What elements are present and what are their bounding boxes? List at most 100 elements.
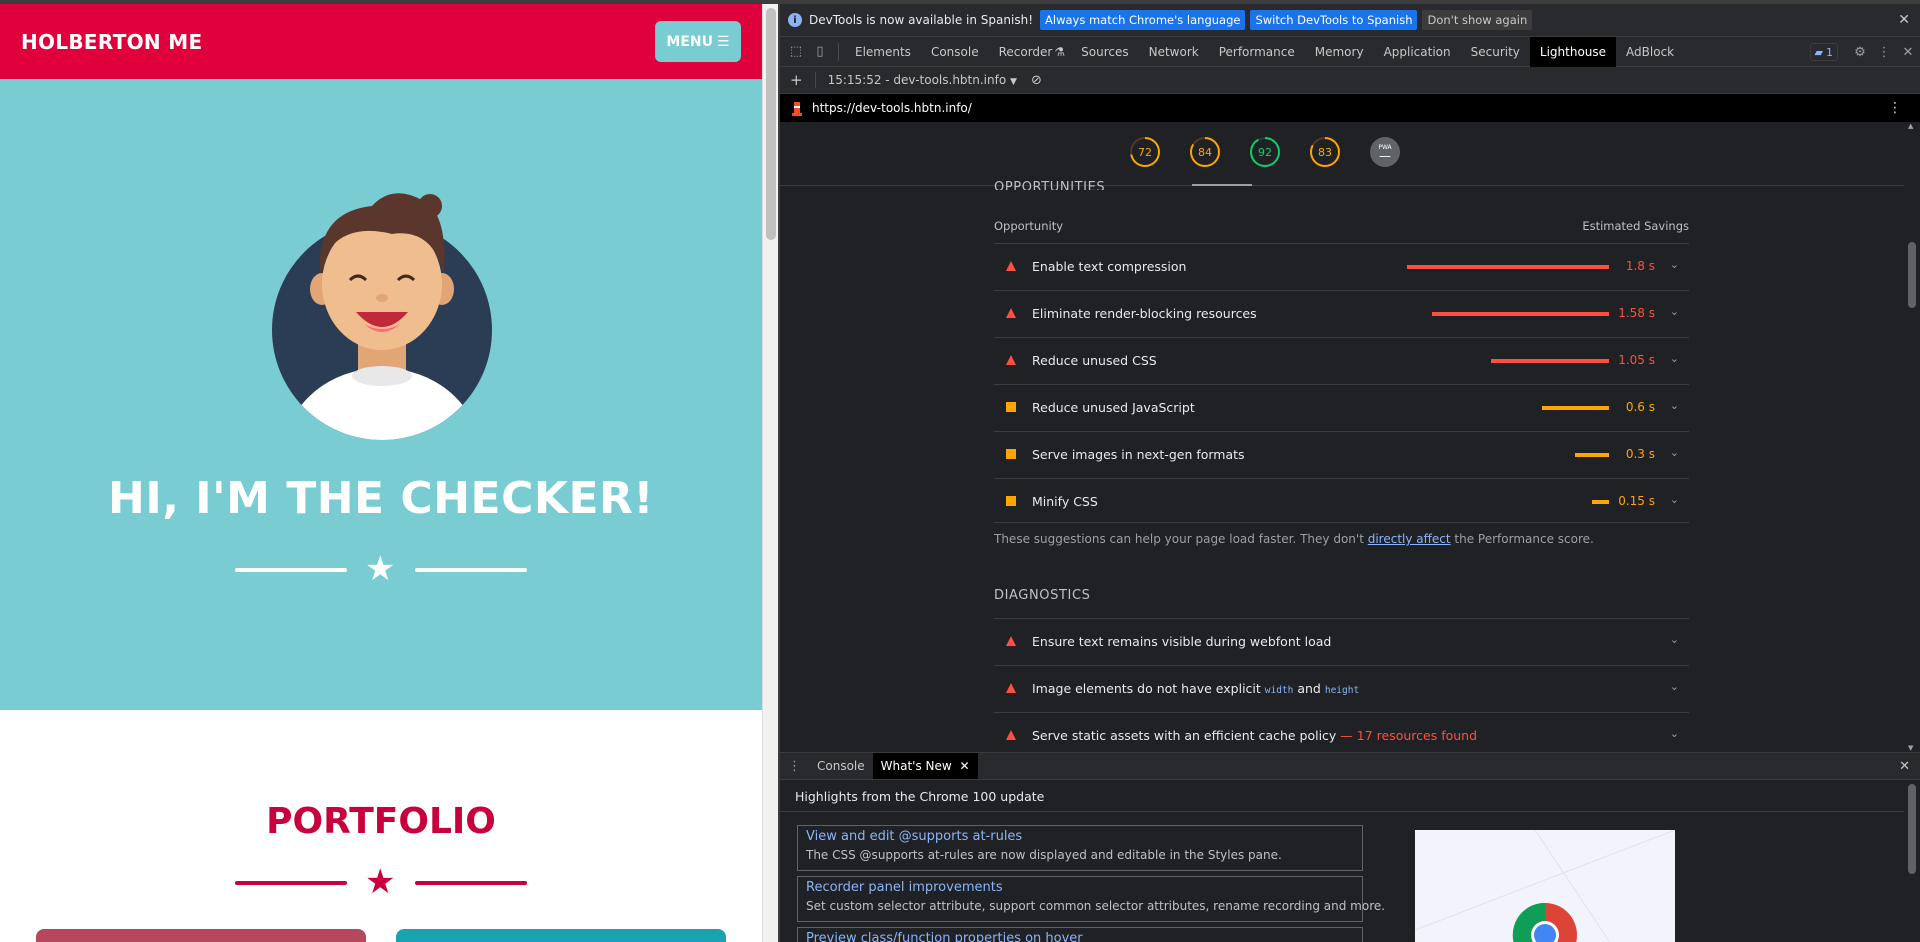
scrollbar-thumb[interactable] [766,8,776,240]
opportunity-row[interactable]: Eliminate render-blocking resources 1.58 … [994,290,1689,337]
score-gauge[interactable]: 84 [1190,137,1220,167]
opportunity-column-header: Opportunity [994,219,1064,233]
page-scrollbar[interactable] [762,4,778,942]
fail-triangle-icon [1006,636,1017,647]
tab-application[interactable]: Application [1374,37,1461,67]
chevron-down-icon[interactable]: ⌄ [1670,493,1679,506]
score-gauge[interactable]: 83 [1310,137,1340,167]
diagnostic-row[interactable]: Ensure text remains visible during webfo… [994,618,1689,665]
whats-new-card[interactable]: Recorder panel improvements Set custom s… [797,876,1385,922]
diagnostic-row[interactable]: Serve static assets with an efficient ca… [994,712,1689,752]
savings-bar [1542,406,1609,410]
hero-section: HI, I'M THE CHECKER! ★ [0,79,762,710]
dont-show-again-button[interactable]: Don't show again [1422,10,1533,30]
tab-sources[interactable]: Sources [1071,37,1138,67]
inspect-element-icon[interactable]: ⬚ [784,37,808,67]
portfolio-card[interactable] [396,929,726,942]
tab-security[interactable]: Security [1461,37,1530,67]
card-description: The CSS @supports at-rules are now displ… [806,848,1282,862]
chevron-down-icon[interactable]: ⌄ [1670,727,1679,740]
opportunity-row[interactable]: Enable text compression 1.8 s ⌄ [994,243,1689,290]
drawer-tab-whats-new[interactable]: What's New ✕ [872,753,978,779]
hamburger-icon: ☰ [717,33,730,50]
opportunity-row[interactable]: Reduce unused CSS 1.05 s ⌄ [994,337,1689,384]
report-selector[interactable]: 15:15:52 - dev-tools.hbtn.info ▼ [828,73,1017,87]
tab-elements[interactable]: Elements [845,37,921,67]
drawer-tab-console[interactable]: Console [809,753,873,779]
chevron-down-icon[interactable]: ⌄ [1670,352,1679,365]
whats-new-banner [1415,830,1675,942]
note-text-end: the Performance score. [1450,532,1594,546]
close-devtools-icon[interactable]: ✕ [1896,37,1920,67]
scroll-up-arrow-icon[interactable]: ▲ [1908,122,1913,130]
site-brand[interactable]: HOLBERTON ME [21,30,202,54]
score-gauges: 72 84 92 83 PWA — [780,122,1904,186]
fail-triangle-icon [1006,308,1017,319]
opportunity-row[interactable]: Serve images in next-gen formats 0.3 s ⌄ [994,431,1689,478]
chevron-down-icon[interactable]: ⌄ [1670,680,1679,693]
close-tab-icon[interactable]: ✕ [960,759,970,773]
portfolio-card[interactable] [36,929,366,942]
score-value: 84 [1192,139,1218,165]
star-icon: ★ [365,549,396,589]
site-navbar: HOLBERTON ME MENU ☰ [0,4,762,79]
switch-language-button[interactable]: Switch DevTools to Spanish [1250,10,1418,30]
whats-new-card[interactable]: Preview class/function properties on hov… [797,927,1363,942]
tab-adblock[interactable]: AdBlock [1616,37,1684,67]
toolbar-separator [814,72,816,88]
report-selector-value: 15:15:52 - dev-tools.hbtn.info [827,73,1007,87]
match-language-button[interactable]: Always match Chrome's language [1040,10,1246,30]
tab-recorder[interactable]: Recorder [989,37,1063,67]
scrollbar-thumb[interactable] [1908,242,1916,308]
score-value: 83 [1312,139,1338,165]
average-square-icon [1006,496,1017,507]
card-title: View and edit @supports at-rules [806,829,1023,844]
score-gauge[interactable]: 72 [1130,137,1160,167]
diagnostic-row[interactable]: Image elements do not have explicit widt… [994,665,1689,712]
diagnostic-label: Image elements do not have explicit widt… [1032,681,1359,696]
infobar-message: DevTools is now available in Spanish! [809,13,1034,27]
close-icon[interactable]: ✕ [1898,12,1910,28]
card-title: Recorder panel improvements [806,880,1003,895]
whats-new-card[interactable]: View and edit @supports at-rules The CSS… [797,825,1363,871]
savings-value: 0.6 s [1625,400,1655,414]
savings-value: 1.05 s [1618,353,1655,367]
close-drawer-icon[interactable]: ✕ [1899,759,1910,774]
savings-value: 0.15 s [1618,494,1655,508]
chevron-down-icon[interactable]: ⌄ [1670,633,1679,646]
add-report-icon[interactable]: + [790,71,803,89]
drawer-scrollbar[interactable] [1904,780,1920,942]
tab-performance[interactable]: Performance [1209,37,1305,67]
tab-console[interactable]: Console [921,37,989,67]
scrollbar-thumb[interactable] [1908,784,1916,874]
chevron-down-icon[interactable]: ⌄ [1670,446,1679,459]
opportunity-row[interactable]: Minify CSS 0.15 s ⌄ [994,478,1689,525]
score-gauge[interactable]: 92 [1250,137,1280,167]
drawer-menu-icon[interactable]: ⋮ [780,759,809,774]
chevron-down-icon[interactable]: ⌄ [1670,258,1679,271]
clear-all-icon[interactable]: ⊘ [1031,73,1042,88]
tab-network[interactable]: Network [1139,37,1209,67]
diagnostic-label-text: Serve static assets with an efficient ca… [1032,728,1337,743]
more-options-icon[interactable]: ⋮ [1872,37,1896,67]
menu-button[interactable]: MENU ☰ [655,21,741,62]
tab-lighthouse[interactable]: Lighthouse [1529,36,1617,67]
savings-bar [1432,312,1609,316]
tab-memory[interactable]: Memory [1305,37,1374,67]
report-menu-icon[interactable]: ⋮ [1888,100,1902,116]
chevron-down-icon[interactable]: ⌄ [1670,305,1679,318]
report-url-bar: https://dev-tools.hbtn.info/ ⋮ [780,94,1920,122]
report-url[interactable]: https://dev-tools.hbtn.info/ [812,101,972,115]
directly-affect-link[interactable]: directly affect [1368,532,1451,546]
average-square-icon [1006,449,1017,460]
score-gauge[interactable]: PWA — [1370,137,1400,167]
device-toolbar-icon[interactable]: ▯ [808,37,832,67]
scroll-down-arrow-icon[interactable]: ▼ [1908,744,1913,752]
opportunity-label: Enable text compression [1032,259,1187,274]
issues-badge[interactable]: ▰ 1 [1809,43,1838,61]
chevron-down-icon[interactable]: ⌄ [1670,399,1679,412]
lighthouse-report: 72 84 92 83 PWA — OPPORTUNITIES Opportunity E… [780,122,1904,752]
report-scrollbar[interactable]: ▲ ▼ [1904,122,1920,752]
settings-gear-icon[interactable]: ⚙ [1848,37,1872,67]
opportunity-row[interactable]: Reduce unused JavaScript 0.6 s ⌄ [994,384,1689,431]
